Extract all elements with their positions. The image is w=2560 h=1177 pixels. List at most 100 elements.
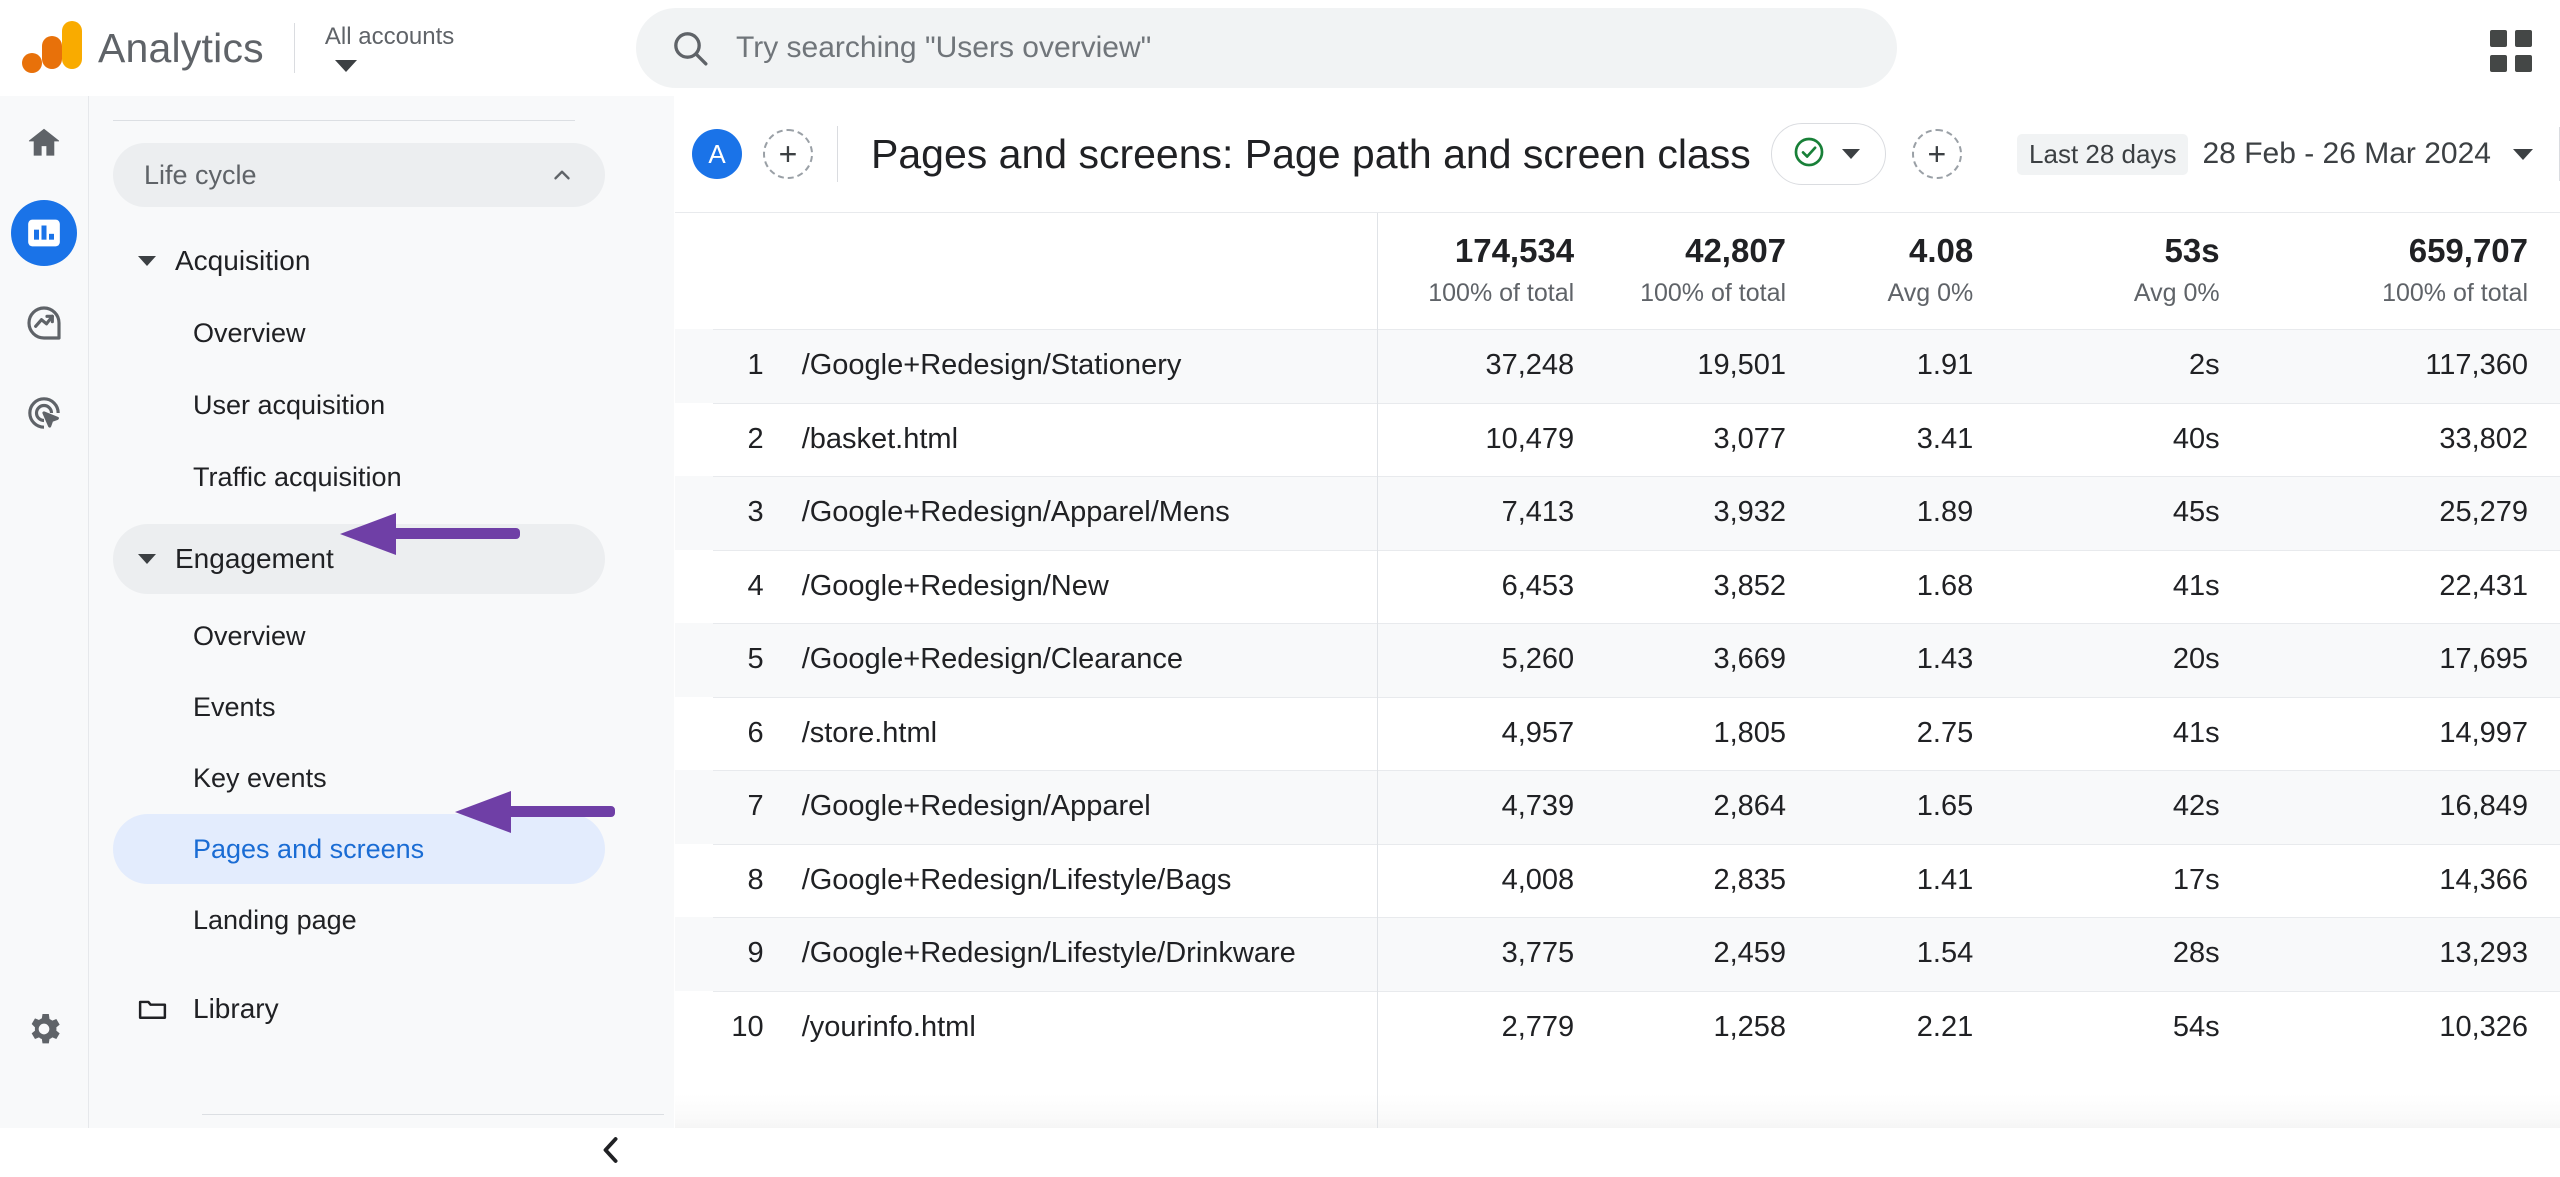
sidebar-section-life-cycle[interactable]: Life cycle [113, 143, 605, 207]
home-icon [25, 124, 63, 162]
rail-item-explore[interactable] [11, 290, 77, 356]
rail-item-admin[interactable] [11, 996, 77, 1062]
sidebar-item-key-events[interactable]: Key events [113, 743, 605, 813]
row-page-path[interactable]: /store.html [764, 717, 1338, 750]
sidebar-item-label: User acquisition [193, 389, 386, 420]
rail-item-home[interactable] [11, 110, 77, 176]
row-page-path[interactable]: /Google+Redesign/Lifestyle/Bags [764, 864, 1338, 897]
rail-item-reports[interactable] [11, 200, 77, 266]
row-rank: 2 [747, 422, 764, 455]
sidebar-section-label: Life cycle [144, 159, 257, 190]
row-metric-value: 3,077 [1713, 422, 1787, 455]
date-range-text: 28 Feb - 26 Mar 2024 [2202, 137, 2491, 170]
date-preset-badge: Last 28 days [2017, 133, 2189, 175]
row-page-path[interactable]: /Google+Redesign/Stationery [764, 349, 1338, 382]
row-metric-value: 1,258 [1713, 1010, 1787, 1043]
sidebar-item-pages-and-screens[interactable]: Pages and screens [113, 814, 605, 884]
google-analytics-logo[interactable] [22, 21, 84, 75]
sidebar-item-library[interactable]: Library [113, 974, 605, 1044]
add-segment-button[interactable]: + [1911, 129, 1962, 179]
totals-subtext: 100% of total [1640, 278, 1787, 307]
row-page-path[interactable]: /Google+Redesign/Apparel [764, 790, 1338, 823]
row-page-path[interactable]: /Google+Redesign/New [764, 570, 1338, 603]
chevron-up-icon[interactable] [549, 162, 575, 188]
row-metric-value: 28s [2172, 937, 2220, 970]
table-column-divider [1377, 213, 1378, 1128]
table-row[interactable]: 10/yourinfo.html 2,779 1,258 2.21 54s 10,326 [675, 990, 2560, 1065]
row-metric-value: 4,957 [1501, 716, 1575, 749]
google-apps-grid-icon[interactable] [2490, 30, 2532, 72]
sidebar-group-acquisition[interactable]: Acquisition [113, 226, 605, 296]
totals-subtext: 100% of total [1428, 278, 1575, 307]
table-row[interactable]: 6/store.html 4,957 1,805 2.75 41s 14,997 [675, 696, 2560, 771]
row-metric-value: 1.41 [1916, 863, 1974, 896]
table-row[interactable]: 8/Google+Redesign/Lifestyle/Bags 4,008 2,8… [675, 843, 2560, 918]
row-metric-value: 1.65 [1916, 790, 1974, 823]
row-metric-value: 1.89 [1916, 496, 1974, 529]
reports-bar-chart-icon [24, 213, 64, 253]
account-selector[interactable]: All accounts [325, 13, 454, 83]
row-metric-value: 22,431 [2439, 569, 2529, 602]
row-metric-value: 2s [2188, 349, 2220, 382]
row-separator [713, 696, 2560, 698]
row-page-path[interactable]: /Google+Redesign/Apparel/Mens [764, 496, 1338, 529]
totals-cell: 53s Avg 0% [1973, 213, 2220, 329]
totals-value: 4.08 [1909, 232, 1974, 270]
sidebar-group-label: Engagement [175, 543, 334, 574]
sidebar-item-acquisition-overview[interactable]: Overview [113, 298, 605, 368]
row-page-path[interactable]: /yourinfo.html [764, 1011, 1338, 1044]
sidebar-item-engagement-overview[interactable]: Overview [113, 601, 605, 671]
brand-title: Analytics [98, 24, 264, 71]
sidebar-item-user-acquisition[interactable]: User acquisition [113, 370, 605, 440]
table-row[interactable]: 3/Google+Redesign/Apparel/Mens 7,413 3,932… [675, 476, 2560, 550]
left-icon-rail [0, 96, 89, 1128]
row-separator [713, 549, 2560, 551]
avatar[interactable]: A [692, 129, 742, 179]
search-icon [670, 28, 710, 68]
table-row[interactable]: 1/Google+Redesign/Stationery 37,248 19,501… [675, 329, 2560, 403]
add-circle-dashed-icon[interactable]: + [763, 129, 813, 179]
row-metric-value: 42s [2172, 790, 2220, 823]
row-metric-value: 41s [2172, 569, 2220, 602]
row-metric-value: 25,279 [2439, 496, 2529, 529]
row-metric-value: 3,775 [1501, 937, 1575, 970]
row-separator [713, 843, 2560, 845]
row-metric-value: 3.41 [1916, 422, 1974, 455]
totals-value: 53s [2164, 232, 2220, 270]
row-metric-value: 14,997 [2439, 716, 2529, 749]
totals-cell: 42,807 100% of total [1574, 213, 1786, 329]
sidebar-item-traffic-acquisition[interactable]: Traffic acquisition [113, 442, 605, 512]
comparison-status-chip[interactable] [1770, 123, 1886, 185]
table-row[interactable]: 5/Google+Redesign/Clearance 5,260 3,669 1.4… [675, 623, 2560, 697]
row-metric-value: 2.75 [1916, 716, 1974, 749]
row-page-path[interactable]: /Google+Redesign/Clearance [764, 643, 1338, 676]
table-row[interactable]: 7/Google+Redesign/Apparel 4,739 2,864 1.65 4… [675, 770, 2560, 844]
row-rank: 4 [747, 569, 764, 602]
row-rank: 8 [747, 863, 764, 896]
table-row[interactable]: 9/Google+Redesign/Lifestyle/Drinkware 3,7… [675, 917, 2560, 991]
row-metric-value: 2.21 [1916, 1010, 1974, 1043]
row-metric-value: 3,932 [1713, 496, 1787, 529]
search-input[interactable] [736, 8, 1897, 88]
sidebar-group-engagement[interactable]: Engagement [113, 524, 605, 594]
top-app-bar: Analytics All accounts [0, 0, 2560, 96]
sidebar-collapse-button[interactable] [589, 1128, 633, 1172]
sidebar-top-divider [113, 120, 575, 121]
date-range-picker[interactable]: Last 28 days 28 Feb - 26 Mar 2024 [2017, 133, 2533, 175]
table-row[interactable]: 2/basket.html 10,479 3,077 3.41 40s 33,802 [675, 402, 2560, 477]
row-page-path[interactable]: /basket.html [764, 423, 1338, 456]
row-page-path[interactable]: /Google+Redesign/Lifestyle/Drinkware [764, 937, 1338, 970]
row-separator [713, 476, 2560, 477]
explore-trending-icon [24, 303, 64, 343]
sidebar-item-label: Landing page [193, 904, 357, 935]
folder-icon [136, 993, 169, 1026]
rail-item-advertising[interactable] [11, 380, 77, 446]
sidebar-item-events[interactable]: Events [113, 672, 605, 742]
caret-down-icon [138, 256, 156, 266]
table-row[interactable]: 4/Google+Redesign/New 6,453 3,852 1.68 41s 22… [675, 549, 2560, 624]
search-bar[interactable] [636, 8, 1897, 88]
row-metric-value: 17,695 [2439, 643, 2529, 676]
sidebar-item-landing-page[interactable]: Landing page [113, 885, 605, 955]
row-metric-value: 16,849 [2439, 790, 2529, 823]
row-metric-value: 33,802 [2439, 422, 2529, 455]
